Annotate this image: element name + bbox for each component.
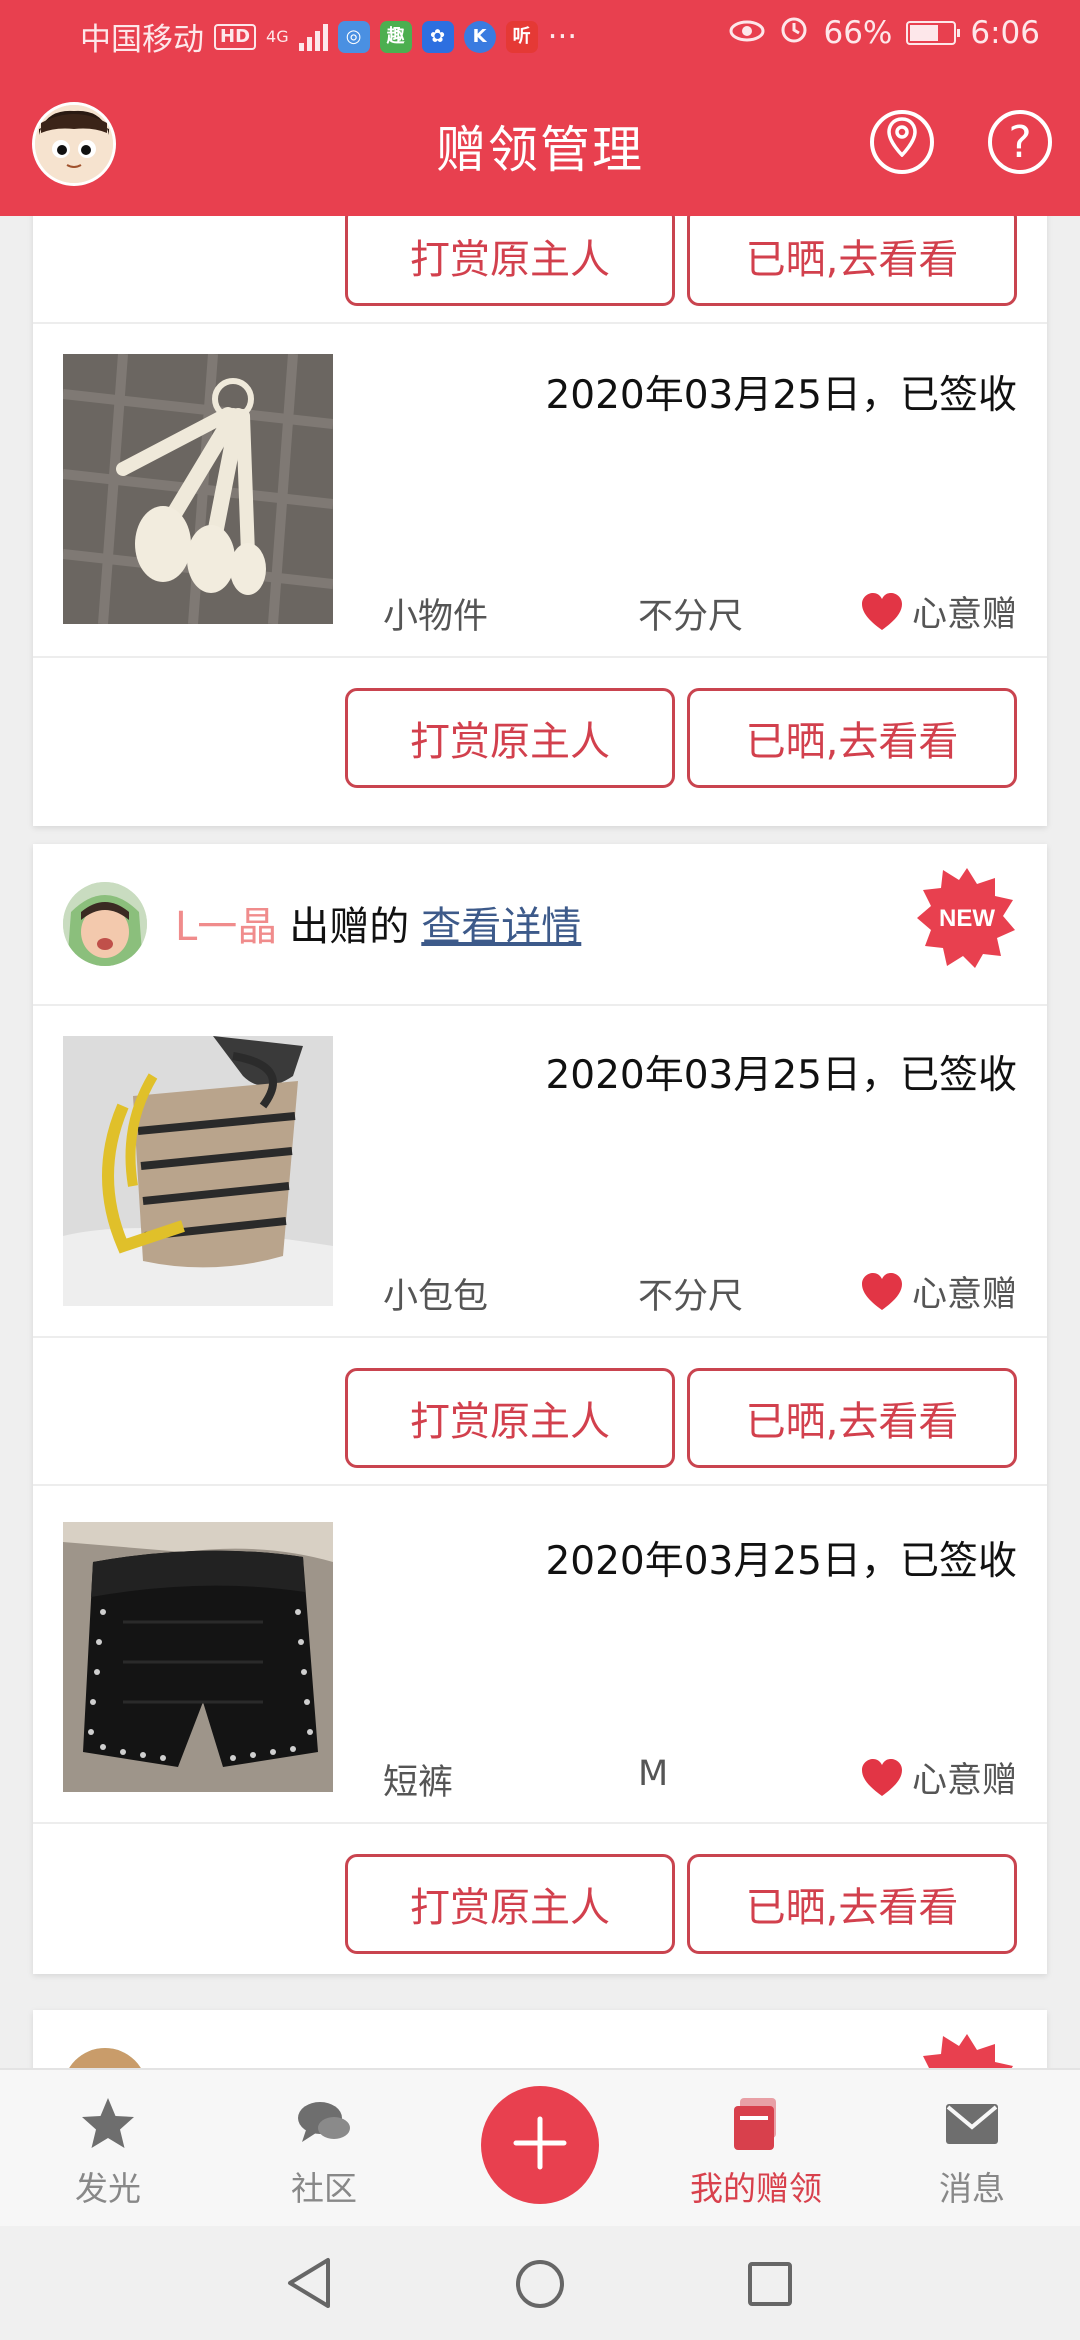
clock: 6:06 xyxy=(970,15,1040,51)
browser-app-icon: ◎ xyxy=(337,20,370,53)
status-bar: 中国移动 HD 4G ◎ 趣 ✿ K 听 ··· 66% 6:06 xyxy=(0,0,1080,72)
k-app-icon: K xyxy=(463,20,496,53)
giver-avatar[interactable] xyxy=(63,882,147,966)
back-icon[interactable] xyxy=(284,2256,334,2314)
reward-owner-button[interactable]: 打赏原主人 xyxy=(345,688,675,788)
item-category: 小物件 xyxy=(383,597,489,637)
item-thumbnail[interactable] xyxy=(63,354,333,624)
reward-owner-button[interactable]: 打赏原主人 xyxy=(345,216,675,306)
new-badge: NEW xyxy=(917,868,1017,968)
qu-app-icon: 趣 xyxy=(379,20,412,53)
gift-cards-icon xyxy=(726,2094,786,2154)
item-size: M xyxy=(638,1754,669,1794)
more-notifications-icon: ··· xyxy=(547,18,578,55)
share-view-button[interactable]: 已晒,去看看 xyxy=(687,1854,1017,1954)
heart-icon xyxy=(860,1758,904,1798)
share-view-button[interactable]: 已晒,去看看 xyxy=(687,688,1017,788)
view-details-link[interactable]: 查看详情 xyxy=(421,894,581,952)
new-badge-label: NEW xyxy=(939,905,995,932)
item-thumbnail[interactable] xyxy=(63,1036,333,1306)
heart-icon xyxy=(860,592,904,632)
reward-owner-button[interactable]: 打赏原主人 xyxy=(345,1368,675,1468)
item-size: 不分尺 xyxy=(638,1277,744,1317)
item-type: 心意赠 xyxy=(860,586,1017,637)
reward-owner-button[interactable]: 打赏原主人 xyxy=(345,1854,675,1954)
eye-icon xyxy=(729,15,765,51)
bottom-nav: 发光 社区 我的赠领 消息 xyxy=(0,2068,1080,2228)
home-icon[interactable] xyxy=(514,2258,566,2314)
item-type-label: 心意赠 xyxy=(911,1761,1017,1801)
battery-icon xyxy=(906,21,961,45)
star-icon xyxy=(78,2094,138,2154)
item-category: 短裤 xyxy=(383,1763,454,1803)
item-type: 心意赠 xyxy=(860,1752,1017,1803)
giver-row: L一晶 出赠的 查看详情 NEW xyxy=(33,844,1047,1004)
app-bar: 赠领管理 ? xyxy=(0,72,1080,216)
giver-action-text: 出赠的 xyxy=(289,904,410,950)
location-button[interactable] xyxy=(870,110,934,174)
item-thumbnail[interactable] xyxy=(63,1522,333,1792)
nav-label: 社区 xyxy=(291,2169,357,2208)
help-button[interactable]: ? xyxy=(988,110,1052,174)
item-date-status: 2020年03月25日，已签收 xyxy=(545,373,1017,418)
envelope-icon xyxy=(942,2094,1002,2154)
heart-icon xyxy=(860,1272,904,1312)
network-type: 4G xyxy=(266,26,289,46)
item-category: 小包包 xyxy=(383,1277,489,1317)
gift-card xyxy=(33,2010,1047,2068)
add-button[interactable] xyxy=(481,2086,599,2204)
item-date-status: 2020年03月25日，已签收 xyxy=(545,1539,1017,1584)
gift-list[interactable]: 打赏原主人 已晒,去看看 2020年03月25日，已签收 小物件 不分尺 心意赠… xyxy=(0,216,1080,2068)
nav-item-glow[interactable]: 发光 xyxy=(38,2094,178,2210)
recents-icon[interactable] xyxy=(746,2260,794,2312)
plus-icon xyxy=(512,2115,568,2175)
nav-label: 发光 xyxy=(75,2169,141,2208)
giver-avatar[interactable] xyxy=(63,2048,147,2068)
location-pin-icon xyxy=(887,116,917,168)
item-type: 心意赠 xyxy=(860,1266,1017,1317)
nav-item-community[interactable]: 社区 xyxy=(254,2094,394,2210)
item-size: 不分尺 xyxy=(638,597,744,637)
new-badge xyxy=(917,2034,1017,2068)
nav-item-messages[interactable]: 消息 xyxy=(902,2094,1042,2210)
gift-card: 打赏原主人 已晒,去看看 2020年03月25日，已签收 小物件 不分尺 心意赠… xyxy=(33,216,1047,826)
share-view-button[interactable]: 已晒,去看看 xyxy=(687,1368,1017,1468)
nav-label: 我的赠领 xyxy=(690,2169,822,2208)
giver-info: L一晶 出赠的 查看详情 xyxy=(175,894,581,952)
alarm-icon xyxy=(779,14,809,52)
item-date-status: 2020年03月25日，已签收 xyxy=(545,1053,1017,1098)
system-nav-bar xyxy=(0,2226,1080,2340)
giver-name[interactable]: L一晶 xyxy=(175,894,277,952)
gift-card: L一晶 出赠的 查看详情 NEW 2020年03月25日，已签收 小包包 不分尺… xyxy=(33,844,1047,1974)
help-icon: ? xyxy=(1008,116,1032,168)
nav-label: 消息 xyxy=(939,2169,1005,2208)
nav-item-my-gifts[interactable]: 我的赠领 xyxy=(686,2094,826,2210)
hd-badge: HD xyxy=(214,23,257,50)
item-type-label: 心意赠 xyxy=(911,1275,1017,1315)
battery-percent: 66% xyxy=(823,15,893,51)
top-bar: 中国移动 HD 4G ◎ 趣 ✿ K 听 ··· 66% 6:06 赠领管理 ? xyxy=(0,0,1080,216)
item-type-label: 心意赠 xyxy=(911,595,1017,635)
ting-app-icon: 听 xyxy=(505,20,538,53)
share-view-button[interactable]: 已晒,去看看 xyxy=(687,216,1017,306)
baidu-app-icon: ✿ xyxy=(421,20,454,53)
signal-icon xyxy=(298,23,328,51)
chat-bubbles-icon xyxy=(294,2094,354,2154)
carrier-text: 中国移动 xyxy=(80,22,204,58)
